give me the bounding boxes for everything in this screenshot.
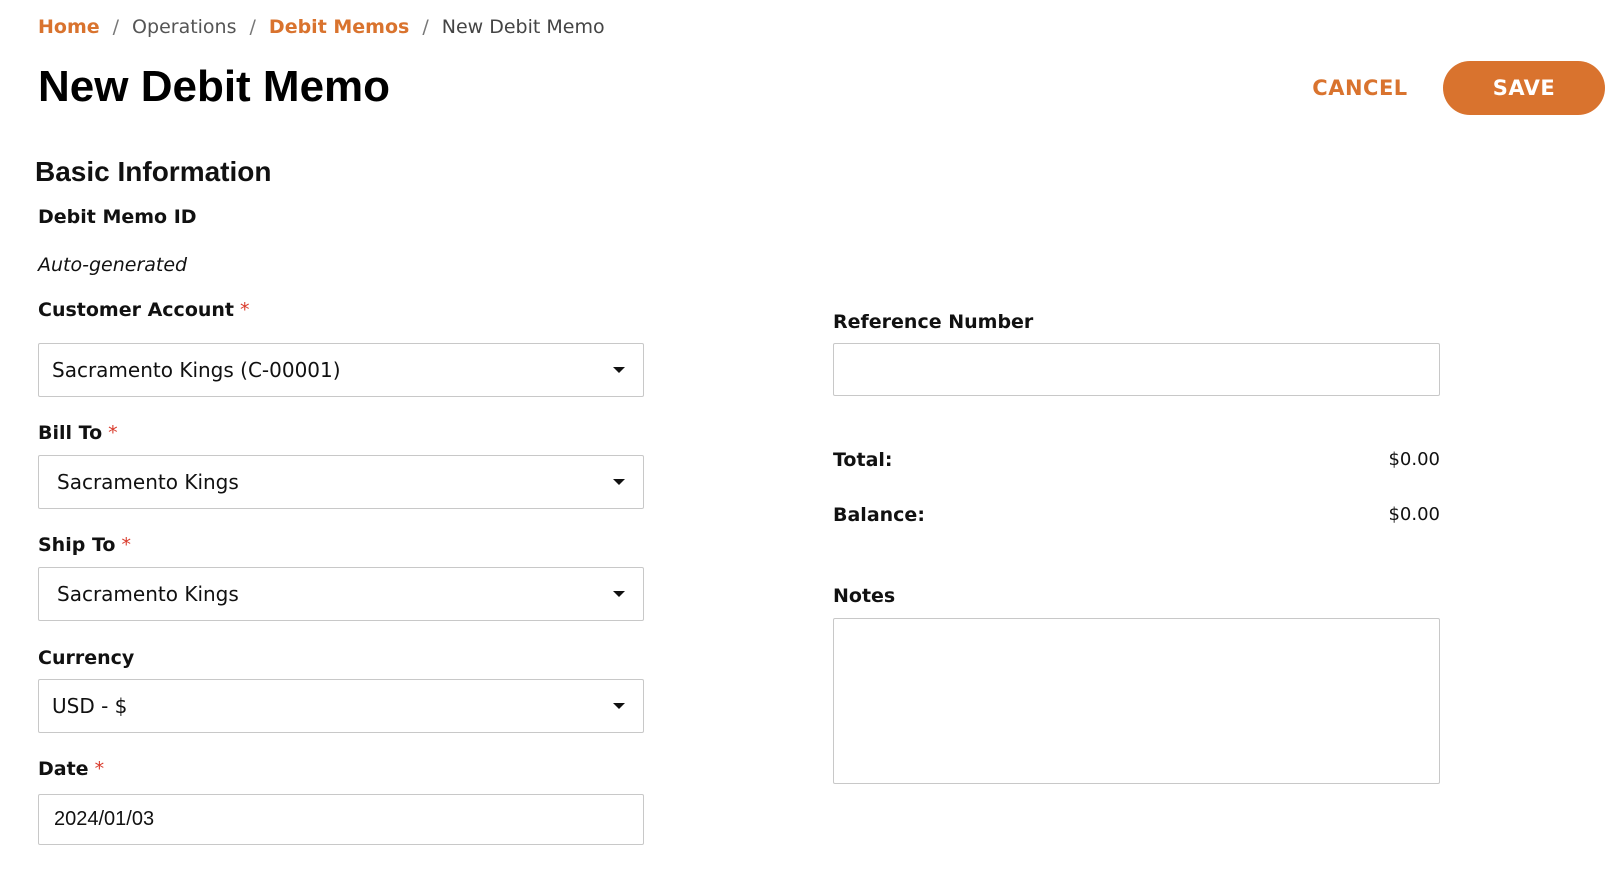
balance-label: Balance: (833, 504, 925, 526)
breadcrumb-current: New Debit Memo (441, 16, 605, 38)
customer-account-label: Customer Account * (38, 297, 250, 323)
breadcrumb-separator: / (112, 16, 120, 38)
balance-value: $0.00 (1388, 504, 1440, 525)
bill-to-label-text: Bill To (38, 422, 103, 444)
notes-label-text: Notes (833, 585, 896, 607)
notes-textarea[interactable] (833, 618, 1440, 784)
chevron-down-icon (613, 591, 625, 597)
ship-to-select[interactable]: Sacramento Kings (38, 567, 644, 621)
currency-value: USD - $ (52, 694, 128, 718)
required-marker: * (94, 758, 105, 780)
notes-label: Notes (833, 583, 895, 609)
date-label: Date * (38, 756, 104, 782)
required-marker: * (121, 534, 131, 556)
section-title: Basic Information (35, 156, 272, 187)
breadcrumb-debit-memos-link[interactable]: Debit Memos (269, 14, 409, 40)
chevron-down-icon (613, 367, 625, 373)
chevron-down-icon (613, 479, 625, 485)
debit-memo-id-label-text: Debit Memo ID (38, 206, 197, 228)
ship-to-label-text: Ship To (38, 534, 116, 556)
breadcrumb-home-link[interactable]: Home (38, 14, 100, 40)
currency-label-text: Currency (38, 647, 135, 669)
required-marker: * (240, 299, 250, 321)
debit-memo-id-value: Auto-generated (38, 254, 188, 276)
breadcrumb-separator: / (422, 16, 429, 38)
date-label-text: Date (38, 758, 89, 780)
debit-memo-id-label: Debit Memo ID (38, 204, 197, 230)
currency-label: Currency (38, 645, 134, 671)
currency-select[interactable]: USD - $ (38, 679, 644, 733)
reference-number-label: Reference Number (833, 309, 1033, 335)
bill-to-value: Sacramento Kings (57, 470, 239, 494)
bill-to-label: Bill To * (38, 420, 118, 446)
customer-account-label-text: Customer Account (38, 299, 235, 321)
bill-to-select[interactable]: Sacramento Kings (38, 455, 644, 509)
page-title: New Debit Memo (38, 62, 391, 111)
cancel-button[interactable]: CANCEL (1300, 66, 1420, 110)
customer-account-value: Sacramento Kings (C-00001) (52, 358, 341, 382)
ship-to-label: Ship To * (38, 532, 131, 558)
breadcrumb-separator: / (249, 16, 256, 38)
reference-number-label-text: Reference Number (833, 311, 1034, 333)
total-value: $0.00 (1388, 449, 1440, 470)
chevron-down-icon (613, 703, 625, 709)
reference-number-input[interactable] (833, 343, 1440, 396)
save-button[interactable]: SAVE (1443, 61, 1605, 115)
ship-to-value: Sacramento Kings (57, 582, 239, 606)
breadcrumb-operations: Operations (132, 16, 237, 38)
new-debit-memo-page: Home / Operations / Debit Memos / New De… (0, 0, 1616, 872)
customer-account-select[interactable]: Sacramento Kings (C-00001) (38, 343, 644, 397)
breadcrumb: Home / Operations / Debit Memos / New De… (38, 14, 605, 40)
date-input[interactable] (38, 794, 644, 845)
required-marker: * (108, 422, 118, 444)
total-label: Total: (833, 449, 893, 471)
